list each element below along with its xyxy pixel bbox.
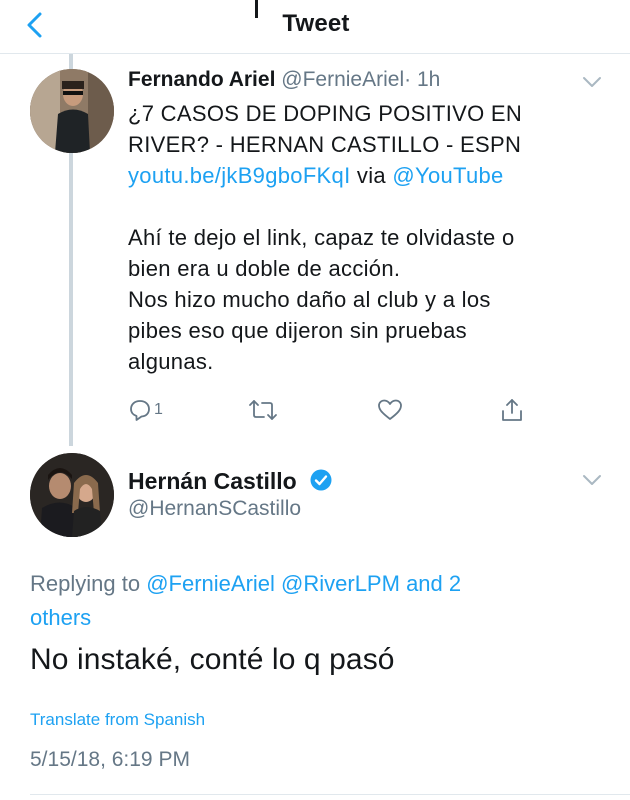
retweet-button[interactable]	[248, 396, 278, 424]
like-icon	[378, 399, 402, 420]
tweet-author-line: Fernando Ariel @FernieAriel· 1h	[128, 68, 440, 92]
tweet-body-line: algunas.	[128, 349, 214, 374]
tweet-time: · 1h	[404, 68, 441, 91]
top-bar: Tweet	[0, 0, 630, 54]
mention-link[interactable]: @FernieAriel	[146, 571, 275, 596]
avatar[interactable]	[30, 453, 114, 537]
tweet-text: ¿7 CASOS DE DOPING POSITIVO EN RIVER? - …	[128, 98, 598, 377]
reply-count: 1	[154, 401, 163, 418]
tweet-body-line: bien era u doble de acción.	[128, 256, 401, 281]
others-link-cont[interactable]: others	[30, 601, 590, 635]
share-icon	[502, 399, 522, 421]
replying-prefix: Replying to	[30, 571, 141, 596]
author-name[interactable]: Hernán Castillo	[128, 468, 297, 495]
like-button[interactable]	[377, 396, 403, 424]
tweet-link-line: youtu.be/jkB9gboFKqI via @YouTube	[128, 160, 598, 191]
author-handle[interactable]: @FernieAriel	[281, 68, 404, 91]
tweet-text-line: RIVER? - HERNAN CASTILLO - ESPN	[128, 132, 522, 157]
reply-tweet-text: No instaké, conté lo q pasó	[30, 643, 395, 676]
reply-button[interactable]: 1	[128, 396, 163, 424]
retweet-icon	[249, 400, 277, 420]
tweet-body-line: Nos hizo mucho daño al club y a los	[128, 287, 491, 312]
mention-link[interactable]: @RiverLPM	[281, 571, 400, 596]
author-handle[interactable]: @HernanSCastillo	[128, 497, 301, 521]
reply-icon	[130, 400, 150, 421]
avatar-photo	[30, 69, 114, 153]
replying-to: Replying to @FernieAriel @RiverLPM and 2…	[30, 567, 590, 635]
divider	[30, 794, 630, 795]
verified-badge-icon	[310, 469, 332, 491]
tweet-timestamp: 5/15/18, 6:19 PM	[30, 748, 190, 771]
avatar-photo	[30, 453, 114, 537]
avatar[interactable]	[30, 69, 114, 153]
tweet-actions: 1	[128, 396, 558, 426]
tweet-body-line: Ahí te dejo el link, capaz te olvidaste …	[128, 225, 515, 250]
youtube-link[interactable]: youtu.be/jkB9gboFKqI	[128, 163, 350, 188]
tweet-body-line: pibes eso que dijeron sin pruebas	[128, 318, 467, 343]
author-name[interactable]: Fernando Ariel	[128, 68, 275, 91]
share-button[interactable]	[499, 396, 525, 424]
chevron-down-icon[interactable]	[582, 76, 602, 88]
translate-link[interactable]: Translate from Spanish	[30, 710, 205, 730]
via-label: via	[356, 163, 386, 188]
youtube-mention[interactable]: @YouTube	[392, 163, 503, 188]
page-title: Tweet	[282, 10, 350, 37]
others-link[interactable]: and 2	[406, 571, 461, 596]
chevron-down-icon[interactable]	[582, 474, 602, 486]
tweet-text-line: ¿7 CASOS DE DOPING POSITIVO EN	[128, 101, 523, 126]
